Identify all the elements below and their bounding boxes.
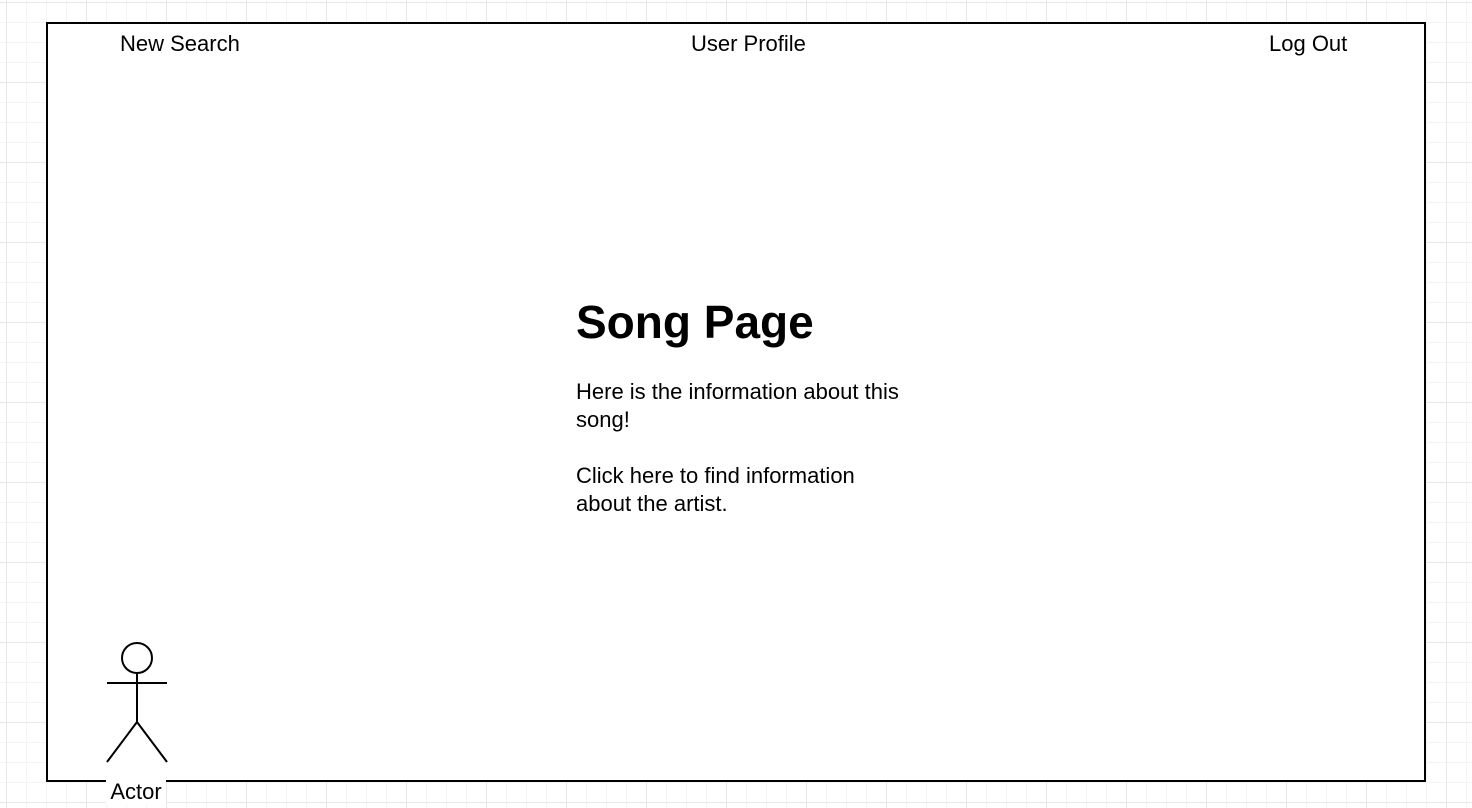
artist-info-link[interactable]: Click here to find information about the… (576, 462, 896, 518)
nav-new-search-link[interactable]: New Search (120, 31, 240, 57)
nav-log-out-link[interactable]: Log Out (1269, 31, 1347, 57)
nav-user-profile-link[interactable]: User Profile (691, 31, 806, 57)
stick-figure-icon (106, 642, 168, 763)
song-content: Song Page Here is the information about … (576, 296, 946, 518)
actor-label: Actor (106, 779, 166, 805)
page-title: Song Page (576, 296, 814, 348)
song-info-text: Here is the information about this song! (576, 379, 899, 432)
